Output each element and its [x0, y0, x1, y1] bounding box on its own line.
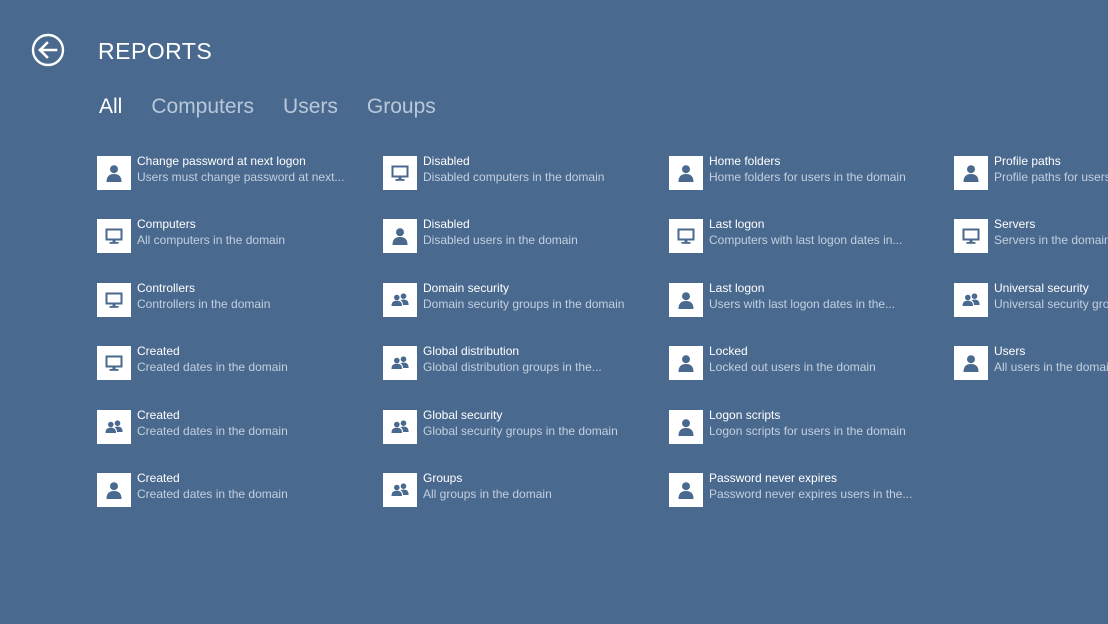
user-icon: [383, 219, 417, 253]
user-icon: [669, 156, 703, 190]
report-description: Created dates in the domain: [137, 487, 288, 501]
report-description: Profile paths for users in the domain: [994, 170, 1108, 184]
report-tile[interactable]: Universal security Universal security gro…: [954, 281, 1108, 317]
report-description: Logon scripts for users in the domain: [709, 424, 906, 438]
monitor-icon: [97, 346, 131, 380]
group-icon: [383, 283, 417, 317]
user-icon: [954, 346, 988, 380]
tab-all[interactable]: All: [99, 93, 122, 121]
report-title: Controllers: [137, 281, 196, 295]
report-title: Password never expires: [709, 471, 838, 485]
report-tile[interactable]: Disabled Disabled users in the domain: [383, 217, 653, 253]
report-title: Created: [137, 408, 180, 422]
report-description: Domain security groups in the domain: [423, 297, 625, 311]
user-icon: [669, 346, 703, 380]
monitor-icon: [97, 283, 131, 317]
report-tile[interactable]: Controllers Controllers in the domain: [97, 281, 367, 317]
report-description: Users must change password at next...: [137, 170, 345, 184]
report-tile[interactable]: Last logon Users with last logon dates in…: [669, 281, 939, 317]
report-description: Disabled computers in the domain: [423, 170, 605, 184]
report-tile[interactable]: Locked Locked out users in the domain: [669, 344, 939, 380]
report-tile[interactable]: Groups All groups in the domain: [383, 471, 653, 507]
report-tile[interactable]: Logon scripts Logon scripts for users in …: [669, 408, 939, 444]
report-description: Universal security groups in the domain: [994, 297, 1108, 311]
report-tile[interactable]: Global distribution Global distribution g…: [383, 344, 653, 380]
report-tile[interactable]: Password never expires Password never exp…: [669, 471, 939, 507]
report-title: Servers: [994, 217, 1036, 231]
report-title: Home folders: [709, 154, 781, 168]
user-icon: [669, 473, 703, 507]
report-description: Computers with last logon dates in...: [709, 233, 903, 247]
filter-tabs: All Computers Users Groups: [99, 93, 465, 121]
report-title: Global distribution: [423, 344, 520, 358]
group-icon: [383, 410, 417, 444]
back-button[interactable]: [31, 33, 65, 67]
report-title: Disabled: [423, 154, 470, 168]
monitor-icon: [383, 156, 417, 190]
user-icon: [669, 410, 703, 444]
monitor-icon: [669, 219, 703, 253]
user-icon: [97, 156, 131, 190]
report-tile[interactable]: Created Created dates in the domain: [97, 344, 367, 380]
report-title: Disabled: [423, 217, 470, 231]
user-icon: [669, 283, 703, 317]
user-icon: [97, 473, 131, 507]
report-description: Locked out users in the domain: [709, 360, 876, 374]
report-description: Password never expires users in the...: [709, 487, 913, 501]
report-title: Users: [994, 344, 1026, 358]
group-icon: [954, 283, 988, 317]
report-tile[interactable]: Last logon Computers with last logon date…: [669, 217, 939, 253]
tab-computers[interactable]: Computers: [151, 93, 254, 121]
report-title: Global security: [423, 408, 503, 422]
report-tile[interactable]: Created Created dates in the domain: [97, 471, 367, 507]
report-description: Global distribution groups in the...: [423, 360, 602, 374]
report-title: Last logon: [709, 281, 765, 295]
report-description: All computers in the domain: [137, 233, 286, 247]
report-title: Created: [137, 471, 180, 485]
tab-users[interactable]: Users: [283, 93, 338, 121]
report-description: All users in the domain: [994, 360, 1108, 374]
group-icon: [97, 410, 131, 444]
page-title: REPORTS: [98, 38, 213, 64]
report-title: Locked: [709, 344, 748, 358]
report-title: Last logon: [709, 217, 765, 231]
report-description: Global security groups in the domain: [423, 424, 618, 438]
report-title: Groups: [423, 471, 463, 485]
report-description: Servers in the domain: [994, 233, 1108, 247]
report-description: All groups in the domain: [423, 487, 552, 501]
tab-groups[interactable]: Groups: [367, 93, 436, 121]
report-title: Created: [137, 344, 180, 358]
report-tile[interactable]: Servers Servers in the domain: [954, 217, 1108, 253]
report-description: Home folders for users in the domain: [709, 170, 906, 184]
report-tile[interactable]: Created Created dates in the domain: [97, 408, 367, 444]
monitor-icon: [97, 219, 131, 253]
report-tile[interactable]: Profile paths Profile paths for users in …: [954, 154, 1108, 190]
user-icon: [954, 156, 988, 190]
group-icon: [383, 346, 417, 380]
report-tile[interactable]: Global security Global security groups in…: [383, 408, 653, 444]
report-tile[interactable]: Home folders Home folders for users in th…: [669, 154, 939, 190]
report-title: Domain security: [423, 281, 510, 295]
report-tile[interactable]: Disabled Disabled computers in the domain: [383, 154, 653, 190]
report-description: Users with last logon dates in the...: [709, 297, 896, 311]
report-title: Logon scripts: [709, 408, 781, 422]
report-description: Created dates in the domain: [137, 360, 288, 374]
report-tile[interactable]: Change password at next logon Users must …: [97, 154, 367, 190]
report-tile[interactable]: Computers All computers in the domain: [97, 217, 367, 253]
report-grid: Change password at next logon Users must …: [97, 154, 1108, 534]
group-icon: [383, 473, 417, 507]
report-title: Profile paths: [994, 154, 1061, 168]
report-title: Computers: [137, 217, 196, 231]
report-description: Created dates in the domain: [137, 424, 288, 438]
report-title: Change password at next logon: [137, 154, 306, 168]
report-title: Universal security: [994, 281, 1089, 295]
report-description: Disabled users in the domain: [423, 233, 578, 247]
monitor-icon: [954, 219, 988, 253]
report-description: Controllers in the domain: [137, 297, 271, 311]
report-tile[interactable]: Users All users in the domain: [954, 344, 1108, 380]
back-arrow-icon: [31, 33, 65, 67]
report-tile[interactable]: Domain security Domain security groups in…: [383, 281, 653, 317]
